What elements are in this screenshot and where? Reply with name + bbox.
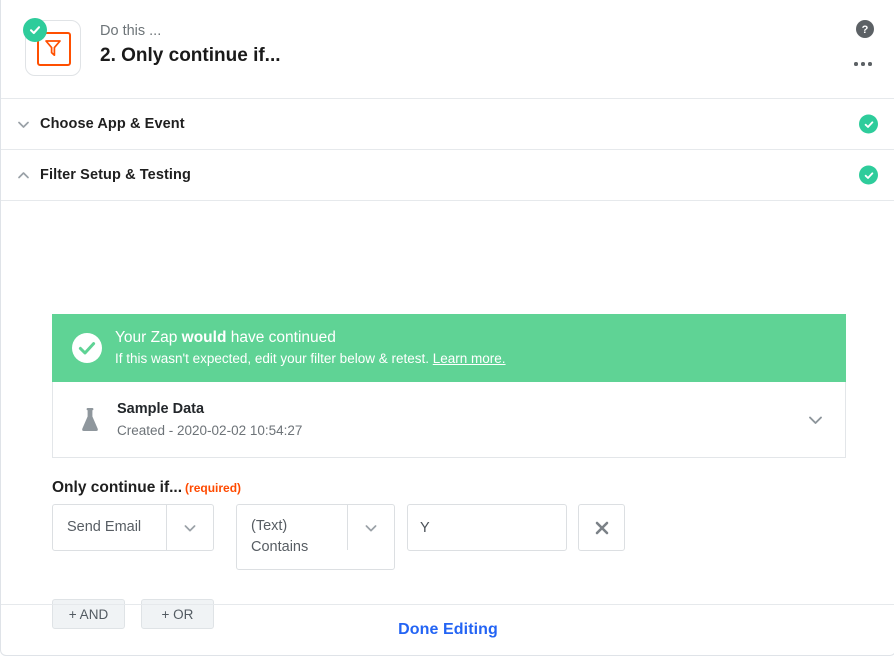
section-label-filter-setup-testing: Filter Setup & Testing bbox=[40, 167, 191, 183]
page-title: 2. Only continue if... bbox=[100, 45, 281, 66]
banner-title-suffix: have continued bbox=[226, 329, 336, 346]
check-icon bbox=[864, 171, 873, 179]
chevron-down-icon bbox=[14, 115, 32, 133]
banner-title-prefix: Your Zap bbox=[115, 329, 182, 346]
filter-operator-select[interactable]: (Text) Contains bbox=[236, 504, 395, 570]
step-header: Do this ... 2. Only continue if... ? bbox=[1, 0, 894, 99]
sidebar-item-filter-setup-testing[interactable]: Filter Setup & Testing bbox=[1, 150, 894, 201]
sample-data-title: Sample Data bbox=[117, 400, 205, 417]
zap-editor-page: Do this ... 2. Only continue if... ? Cho… bbox=[0, 0, 894, 661]
step-eyebrow: Do this ... bbox=[100, 23, 162, 39]
chevron-down-icon[interactable] bbox=[166, 505, 213, 550]
step-title-block: Do this ... 2. Only continue if... bbox=[100, 22, 281, 68]
sample-data-text-block: Sample Data Created - 2020-02-02 10:54:2… bbox=[117, 399, 302, 441]
chevron-down-icon[interactable] bbox=[806, 410, 825, 429]
filter-field-label-text: Only continue if... bbox=[52, 479, 183, 496]
sample-data-row[interactable]: Sample Data Created - 2020-02-02 10:54:2… bbox=[52, 382, 846, 458]
check-circle-icon bbox=[72, 333, 102, 363]
more-options-icon[interactable] bbox=[854, 56, 874, 72]
step-status-badge bbox=[23, 18, 47, 42]
app-icon-container bbox=[23, 18, 81, 76]
banner-title: Your Zap would have continued bbox=[115, 327, 506, 348]
flask-icon bbox=[77, 405, 103, 435]
filter-funnel-icon bbox=[45, 40, 61, 57]
filter-operator-select-value: (Text) Contains bbox=[251, 518, 309, 555]
chevron-up-icon bbox=[14, 166, 32, 184]
section-status-badge-choose-app-event bbox=[859, 114, 878, 134]
check-icon bbox=[29, 26, 41, 35]
step-card: Do this ... 2. Only continue if... ? Cho… bbox=[0, 0, 894, 656]
svg-text:?: ? bbox=[862, 24, 869, 36]
check-icon bbox=[864, 120, 873, 128]
filter-field-select[interactable]: Send Email bbox=[52, 504, 214, 551]
banner-subtitle: If this wasn't expected, edit your filte… bbox=[115, 349, 506, 369]
filter-field-select-value: Send Email bbox=[67, 519, 142, 535]
filter-value-input[interactable] bbox=[407, 504, 567, 551]
sidebar-item-choose-app-event[interactable]: Choose App & Event bbox=[1, 99, 894, 150]
chevron-down-icon[interactable] bbox=[347, 505, 394, 550]
section-label-choose-app-event: Choose App & Event bbox=[40, 116, 185, 132]
learn-more-link[interactable]: Learn more. bbox=[433, 351, 506, 366]
help-circle-icon[interactable]: ? bbox=[856, 20, 874, 38]
close-x-icon bbox=[595, 521, 608, 534]
required-note: (required) bbox=[185, 481, 242, 495]
filter-condition-row: Send Email (Text) Contains bbox=[52, 504, 625, 570]
remove-condition-button[interactable] bbox=[578, 504, 625, 551]
banner-subtitle-text: If this wasn't expected, edit your filte… bbox=[115, 351, 429, 366]
banner-text-block: Your Zap would have continued If this wa… bbox=[115, 327, 506, 369]
done-editing-button[interactable]: Done Editing bbox=[392, 620, 504, 640]
filter-field-label: Only continue if... (required) bbox=[52, 478, 241, 498]
test-result-banner: Your Zap would have continued If this wa… bbox=[52, 314, 846, 382]
card-footer: Done Editing bbox=[1, 604, 894, 655]
sample-data-subtitle: Created - 2020-02-02 10:54:27 bbox=[117, 422, 303, 438]
filter-setup-body: Your Zap would have continued If this wa… bbox=[1, 201, 894, 629]
banner-title-bold: would bbox=[181, 329, 227, 346]
section-status-badge-filter-setup-testing bbox=[859, 165, 878, 185]
